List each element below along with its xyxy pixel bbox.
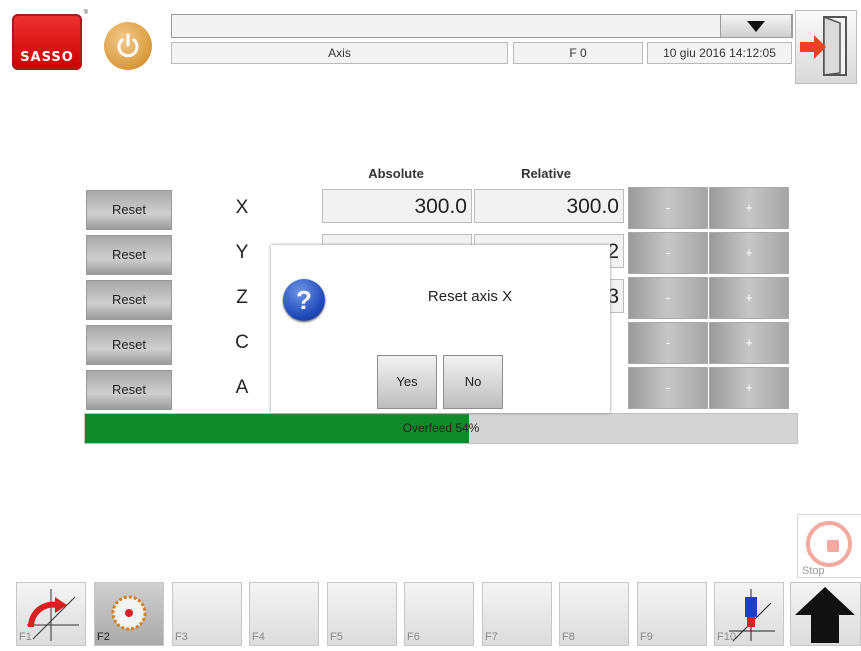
f2-key[interactable]: F2 xyxy=(94,582,164,646)
y-minus-button[interactable]: - xyxy=(628,232,708,274)
x-absolute-value: 300.0 xyxy=(322,189,472,223)
dialog-message: Reset axis X xyxy=(427,288,513,305)
reset-x-button[interactable]: Reset xyxy=(86,190,172,230)
stop-icon xyxy=(806,521,852,567)
no-button[interactable]: No xyxy=(443,355,503,409)
f3-key[interactable]: F3 xyxy=(172,582,242,646)
mode-field: Axis xyxy=(171,42,508,64)
x-minus-button[interactable]: - xyxy=(628,187,708,229)
yes-button[interactable]: Yes xyxy=(377,355,437,409)
f10-key[interactable]: F10 xyxy=(714,582,784,646)
logo-text: SASSO xyxy=(20,50,74,65)
question-icon: ? xyxy=(283,279,325,321)
exit-door-icon xyxy=(800,15,847,76)
c-minus-button[interactable]: - xyxy=(628,322,708,364)
axis-x-label: X xyxy=(235,197,249,218)
f1-key[interactable]: F1 xyxy=(16,582,86,646)
f8-key[interactable]: F8 xyxy=(559,582,629,646)
up-arrow-icon xyxy=(795,587,855,643)
reset-a-button[interactable]: Reset xyxy=(86,370,172,410)
a-plus-button[interactable]: + xyxy=(709,367,789,409)
program-selector[interactable] xyxy=(171,14,793,38)
overfeed-bar[interactable]: Overfeed 54% xyxy=(84,413,798,444)
overfeed-label: Overfeed 54% xyxy=(402,421,480,435)
f9-key[interactable]: F9 xyxy=(637,582,707,646)
stop-button[interactable]: Stop xyxy=(797,514,861,578)
relative-column-header: Relative xyxy=(521,166,571,181)
axis-y-label: Y xyxy=(235,242,249,263)
feed-field: F 0 xyxy=(513,42,643,64)
power-button[interactable] xyxy=(104,22,152,70)
chevron-down-icon xyxy=(747,21,765,32)
z-plus-button[interactable]: + xyxy=(709,277,789,319)
f4-key[interactable]: F4 xyxy=(249,582,319,646)
z-minus-button[interactable]: - xyxy=(628,277,708,319)
power-icon xyxy=(117,33,139,58)
reset-y-button[interactable]: Reset xyxy=(86,235,172,275)
confirm-dialog xyxy=(271,245,610,413)
sasso-logo: SASSO ® xyxy=(8,10,88,74)
f6-key[interactable]: F6 xyxy=(404,582,474,646)
c-plus-button[interactable]: + xyxy=(709,322,789,364)
f7-key[interactable]: F7 xyxy=(482,582,552,646)
f5-key[interactable]: F5 xyxy=(327,582,397,646)
x-plus-button[interactable]: + xyxy=(709,187,789,229)
reset-z-button[interactable]: Reset xyxy=(86,280,172,320)
a-minus-button[interactable]: - xyxy=(628,367,708,409)
exit-button[interactable] xyxy=(795,10,857,84)
reset-c-button[interactable]: Reset xyxy=(86,325,172,365)
y-plus-button[interactable]: + xyxy=(709,232,789,274)
datetime-field: 10 giu 2016 14:12:05 xyxy=(647,42,792,64)
axis-a-label: A xyxy=(235,377,249,398)
x-relative-value: 300.0 xyxy=(474,189,624,223)
axis-c-label: C xyxy=(235,332,249,353)
axis-z-label: Z xyxy=(236,287,248,308)
absolute-column-header: Absolute xyxy=(368,166,424,181)
page-up-button[interactable] xyxy=(790,582,861,646)
stop-label: Stop xyxy=(802,565,825,577)
dropdown-button[interactable] xyxy=(720,14,792,38)
